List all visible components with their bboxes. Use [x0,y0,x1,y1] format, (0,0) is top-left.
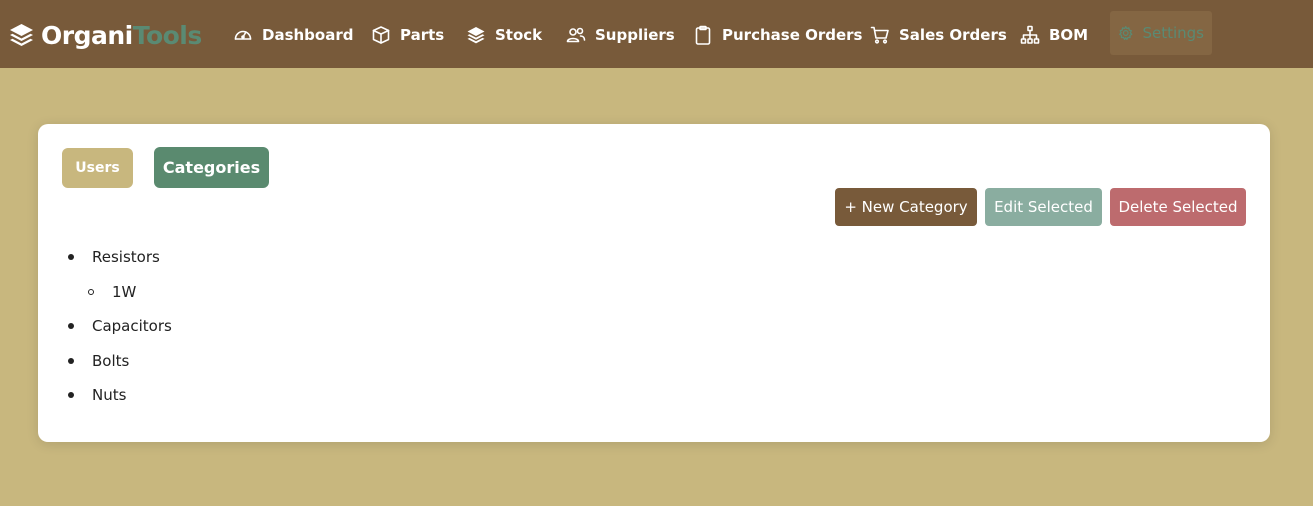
nav-settings[interactable]: Settings [1110,11,1212,55]
category-item-capacitors[interactable]: Capacitors [92,317,172,335]
nav-dashboard-label: Dashboard [262,26,354,44]
nav-parts[interactable]: Parts [371,22,444,48]
nav-parts-label: Parts [400,26,445,44]
nav-suppliers[interactable]: Suppliers [566,22,675,48]
edit-selected-button[interactable]: Edit Selected [985,188,1102,226]
categories-card: Users Categories + New Category Edit Sel… [38,124,1270,442]
nav-purchase-orders[interactable]: Purchase Orders [693,22,862,48]
nav-bom-label: BOM [1049,26,1089,44]
nav-bom[interactable]: BOM [1020,22,1088,48]
clipboard-icon [695,25,711,45]
nav-dashboard[interactable]: Dashboard [233,22,353,48]
box-icon [372,26,390,44]
list-bullet [68,358,74,364]
nav-purchase-orders-label: Purchase Orders [722,26,863,44]
cart-icon [870,26,889,44]
category-item-nuts[interactable]: Nuts [92,386,126,404]
brand-logo[interactable]: Organi Tools [8,20,202,50]
gear-icon [1119,26,1133,41]
hierarchy-icon [1020,25,1040,44]
delete-selected-button[interactable]: Delete Selected [1110,188,1246,226]
nav-stock[interactable]: Stock [466,22,542,48]
tab-users[interactable]: Users [62,148,133,188]
layers-icon [10,24,33,46]
nav-stock-label: Stock [495,26,543,44]
nav-suppliers-label: Suppliers [595,26,675,44]
list-bullet [68,392,74,398]
stack-icon [467,27,485,44]
tab-categories[interactable]: Categories [154,147,269,188]
list-bullet [68,323,74,329]
top-navbar: Organi Tools Dashboard Parts Stock Suppl… [0,0,1313,68]
category-item-resistors[interactable]: Resistors [92,248,160,266]
category-item-bolts[interactable]: Bolts [92,352,129,370]
category-item-1w[interactable]: 1W [112,283,136,301]
people-icon [566,27,586,43]
gauge-icon [234,30,252,40]
list-bullet-hollow [88,289,94,295]
new-category-button[interactable]: + New Category [835,188,977,226]
brand-name-part2: Tools [132,20,203,50]
nav-settings-label: Settings [1142,24,1204,42]
list-bullet [68,254,74,260]
brand-name-part1: Organi [41,20,133,50]
nav-sales-orders-label: Sales Orders [899,26,1007,44]
nav-sales-orders[interactable]: Sales Orders [870,22,1007,48]
